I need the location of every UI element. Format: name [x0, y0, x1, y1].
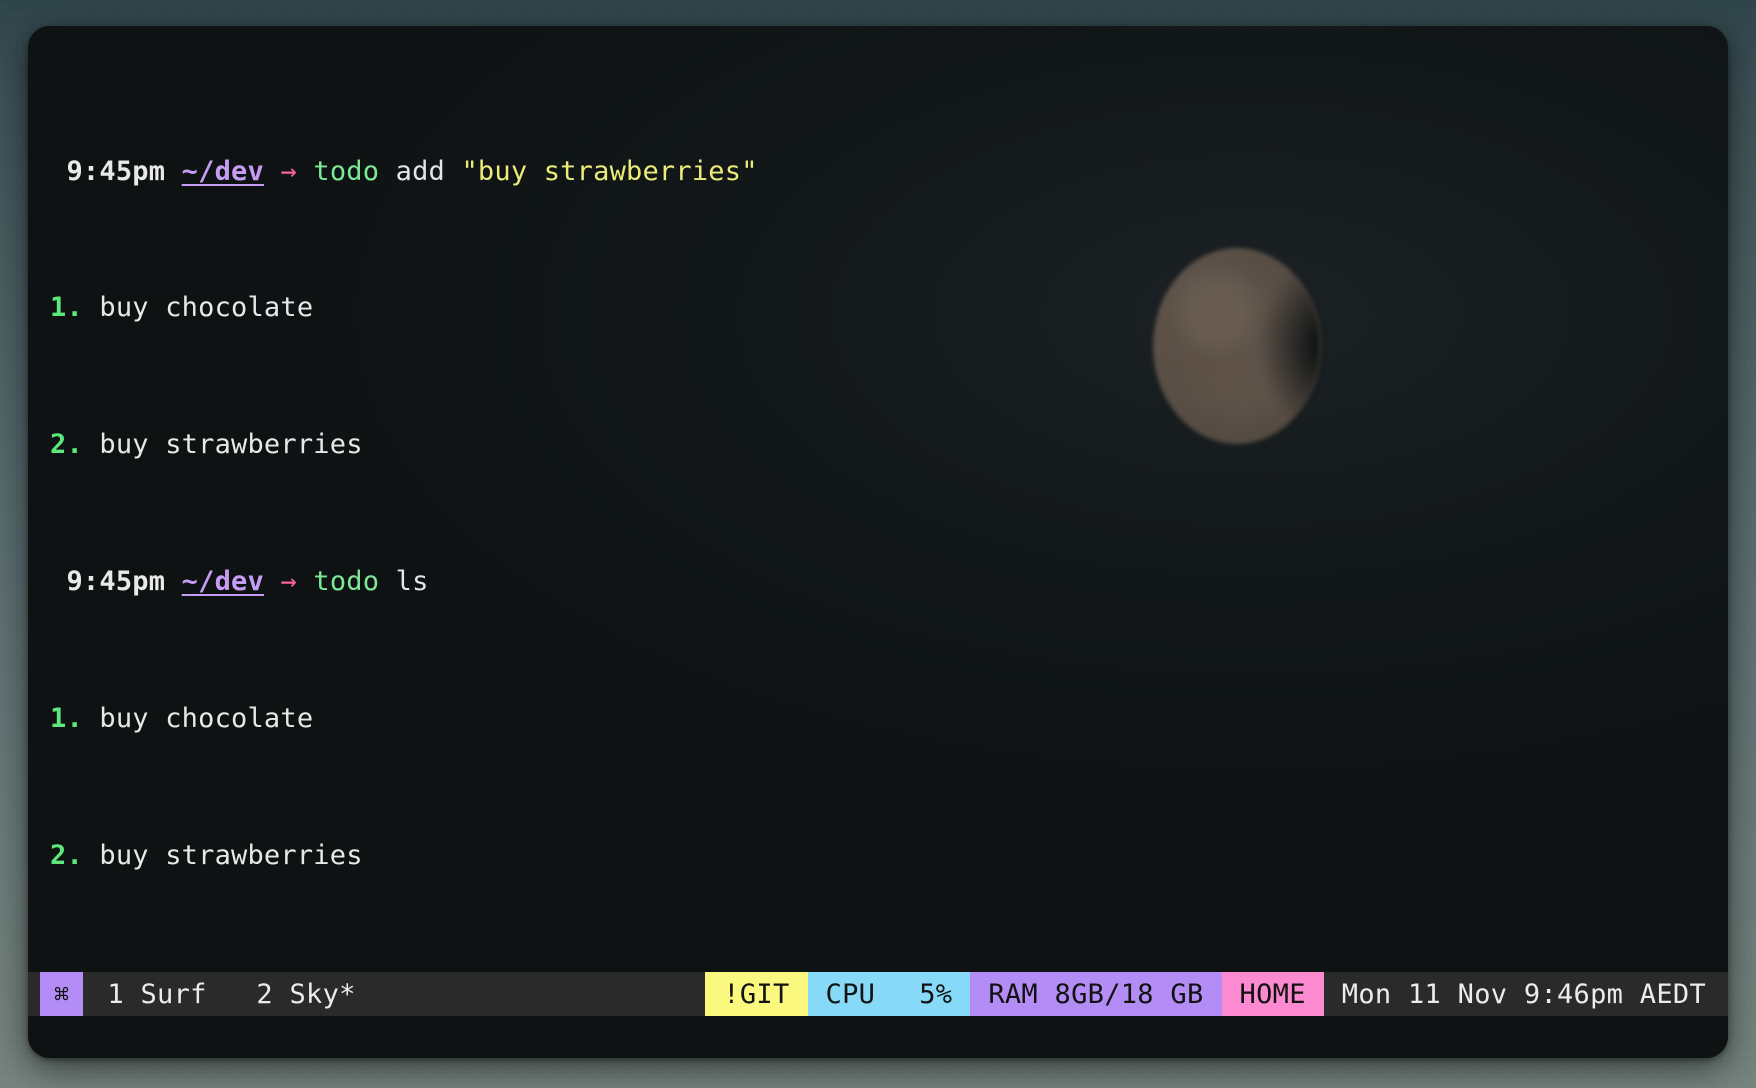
terminal-line-output-3: 1. buy chocolate — [50, 702, 1708, 736]
cpu-label: CPU — [825, 978, 876, 1010]
command-key-icon[interactable]: ⌘ — [40, 972, 84, 1016]
home-status-segment[interactable]: HOME — [1221, 972, 1324, 1016]
status-bar: ⌘ 1 Surf 2 Sky* !GIT CPU 5% RAM 8GB/18 GB… — [28, 972, 1728, 1016]
command-args: ls — [379, 566, 429, 597]
cpu-status-segment[interactable]: CPU 5% — [807, 972, 971, 1016]
workspace-list[interactable]: 1 Surf 2 Sky* — [83, 972, 355, 1016]
cpu-value: 5% — [919, 978, 953, 1010]
list-index: 2. — [50, 429, 83, 461]
list-item-text: buy strawberries — [82, 839, 363, 871]
command-args: add — [379, 155, 462, 187]
prompt-path: ~/dev — [181, 155, 264, 187]
ram-status-segment[interactable]: RAM 8GB/18 GB — [970, 972, 1222, 1016]
prompt-time: 9:45pm — [66, 566, 166, 597]
prompt-path: ~/dev — [181, 566, 264, 597]
list-index: 1. — [50, 702, 83, 734]
command-name: todo — [313, 155, 380, 187]
list-item-text: buy strawberries — [82, 429, 363, 461]
terminal-line-prompt-1: 9:45pm ~/dev → todo add "buy strawberrie… — [50, 155, 1708, 189]
prompt-arrow-icon: → — [280, 155, 297, 187]
list-index: 1. — [50, 292, 83, 324]
clock-segment: Mon 11 Nov 9:46pm AEDT — [1341, 978, 1706, 1010]
command-string-arg: "buy strawberries" — [461, 155, 758, 187]
list-index: 2. — [50, 839, 83, 871]
terminal-output-area[interactable]: 9:45pm ~/dev → todo add "buy strawberrie… — [28, 26, 1728, 1008]
status-bar-spacer — [356, 972, 706, 1016]
terminal-window[interactable]: 9:45pm ~/dev → todo add "buy strawberrie… — [28, 26, 1728, 1058]
prompt-arrow-icon: → — [280, 566, 297, 597]
prompt-time: 9:45pm — [66, 155, 166, 187]
terminal-line-output-2: 2. buy strawberries — [50, 428, 1708, 462]
terminal-line-output-4: 2. buy strawberries — [50, 839, 1708, 873]
list-item-text: buy chocolate — [82, 702, 314, 734]
terminal-line-prompt-2: 9:45pm ~/dev → todo ls — [50, 565, 1708, 599]
git-status-segment[interactable]: !GIT — [705, 972, 808, 1016]
terminal-line-output-1: 1. buy chocolate — [50, 291, 1708, 325]
command-name: todo — [313, 566, 380, 597]
list-item-text: buy chocolate — [82, 292, 314, 324]
